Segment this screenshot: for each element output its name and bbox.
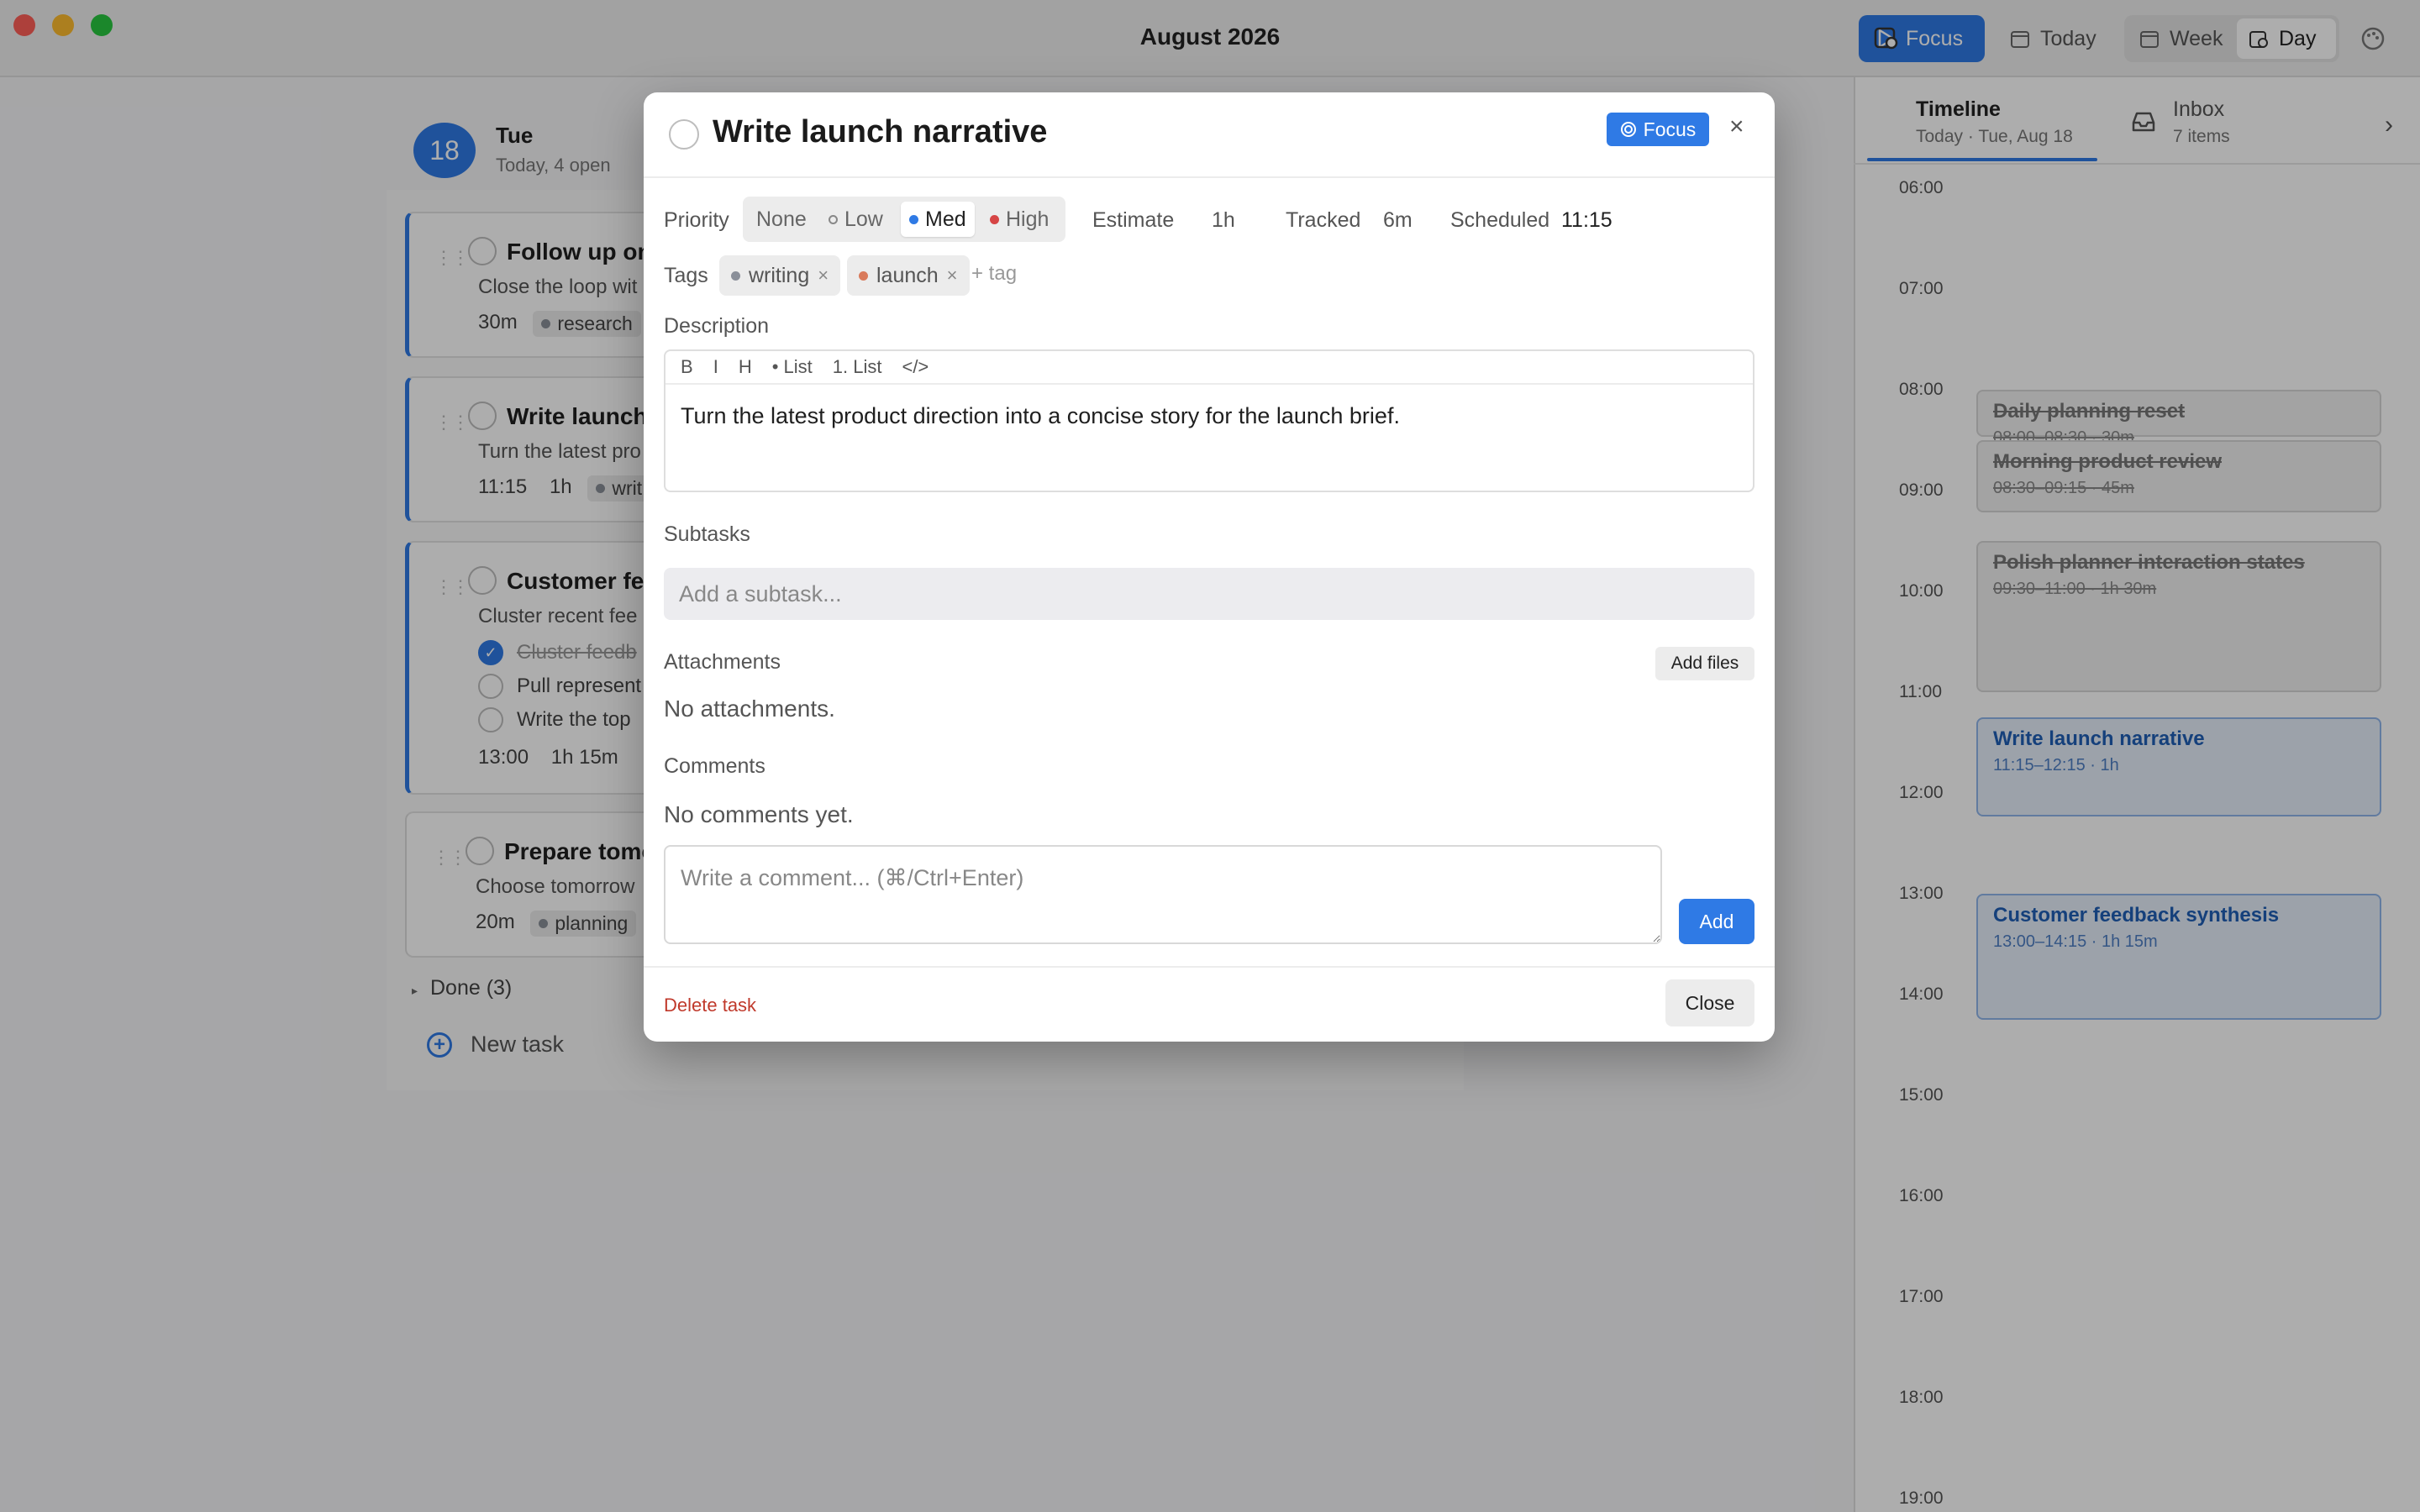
- subtasks-label: Subtasks: [664, 522, 750, 546]
- task-detail-modal: Write launch narrative Focus × Priority …: [644, 92, 1775, 1042]
- tag-label: writing: [749, 263, 810, 287]
- priority-option-label: High: [1006, 207, 1050, 231]
- scheduled-label: Scheduled: [1450, 208, 1550, 232]
- priority-option-label: Med: [925, 207, 966, 231]
- close-icon[interactable]: ×: [1729, 113, 1744, 141]
- bold-button[interactable]: B: [681, 356, 693, 378]
- italic-button[interactable]: I: [713, 356, 718, 378]
- scheduled-value[interactable]: 11:15: [1561, 208, 1612, 233]
- remove-tag-icon[interactable]: ×: [818, 265, 829, 286]
- priority-option-label: Low: [844, 207, 883, 231]
- modal-task-title[interactable]: Write launch narrative: [713, 114, 1047, 150]
- no-attachments-text: No attachments.: [664, 696, 835, 722]
- priority-dot-icon: [990, 214, 999, 224]
- description-editor[interactable]: B I H • List 1. List </> Turn the latest…: [664, 349, 1754, 492]
- priority-med-option[interactable]: Med: [901, 202, 975, 237]
- footer-divider: [644, 966, 1775, 968]
- ring-icon: [829, 214, 838, 224]
- priority-option-label: None: [756, 207, 807, 231]
- priority-segmented-control: None Low Med High: [743, 197, 1065, 242]
- add-files-button[interactable]: Add files: [1655, 647, 1754, 680]
- numbered-list-button[interactable]: 1. List: [833, 356, 882, 378]
- tags-label: Tags: [664, 264, 708, 287]
- priority-none-option[interactable]: None: [748, 202, 815, 237]
- tag-chip[interactable]: writing ×: [719, 255, 841, 296]
- estimate-label: Estimate: [1092, 208, 1175, 232]
- tracked-label: Tracked: [1286, 208, 1361, 232]
- priority-label: Priority: [664, 208, 729, 232]
- description-text[interactable]: Turn the latest product direction into a…: [681, 403, 1400, 429]
- add-comment-button[interactable]: Add: [1679, 899, 1754, 944]
- editor-toolbar: B I H • List 1. List </>: [666, 351, 1753, 385]
- focus-target-icon: [1620, 122, 1636, 137]
- add-subtask-input[interactable]: [664, 568, 1754, 620]
- task-complete-checkbox[interactable]: [669, 119, 699, 150]
- no-comments-text: No comments yet.: [664, 801, 854, 827]
- description-label: Description: [664, 314, 770, 338]
- comment-input[interactable]: [664, 845, 1662, 944]
- focus-badge-label: Focus: [1643, 118, 1697, 140]
- header-divider: [644, 176, 1775, 178]
- close-button[interactable]: Close: [1665, 979, 1754, 1026]
- add-tag-input[interactable]: + tag: [971, 262, 1017, 286]
- comments-label: Comments: [664, 754, 765, 778]
- priority-high-option[interactable]: High: [981, 202, 1057, 237]
- heading-button[interactable]: H: [739, 356, 752, 378]
- code-button[interactable]: </>: [902, 356, 929, 378]
- tag-chip[interactable]: launch ×: [847, 255, 970, 296]
- focus-badge-button[interactable]: Focus: [1607, 113, 1709, 146]
- tag-dot-icon: [731, 270, 740, 281]
- estimate-value[interactable]: 1h: [1212, 208, 1235, 233]
- priority-dot-icon: [909, 214, 918, 224]
- priority-low-option[interactable]: Low: [820, 202, 892, 237]
- tracked-value: 6m: [1383, 208, 1413, 232]
- bullet-list-button[interactable]: • List: [772, 356, 813, 378]
- tag-label: launch: [876, 263, 939, 287]
- attachments-label: Attachments: [664, 650, 781, 674]
- remove-tag-icon[interactable]: ×: [947, 265, 958, 286]
- delete-task-button[interactable]: Delete task: [664, 995, 756, 1016]
- tag-dot-icon: [859, 270, 868, 281]
